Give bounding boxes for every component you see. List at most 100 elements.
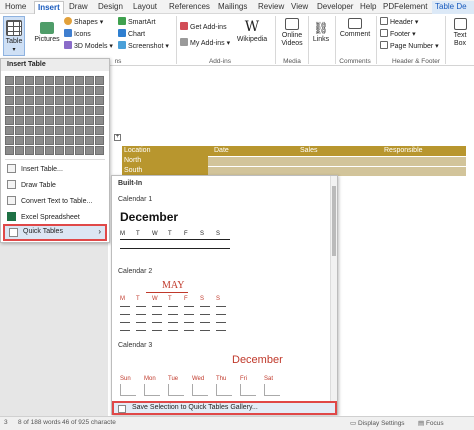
table-grid-cell[interactable] xyxy=(65,106,74,115)
table-grid-cell[interactable] xyxy=(55,86,64,95)
tab-references[interactable]: References xyxy=(166,1,213,14)
table-grid-cell[interactable] xyxy=(85,96,94,105)
tab-developer[interactable]: Developer xyxy=(314,1,356,14)
table-grid-cell[interactable] xyxy=(55,106,64,115)
table-grid-cell[interactable] xyxy=(65,116,74,125)
table-grid-cell[interactable] xyxy=(15,116,24,125)
calendar-2-preview[interactable]: MAY M T W T F S S xyxy=(116,278,330,340)
table-row-label[interactable]: South xyxy=(124,167,142,174)
save-to-gallery-item[interactable]: Save Selection to Quick Tables Gallery..… xyxy=(112,401,337,415)
table-grid-cell[interactable] xyxy=(95,96,104,105)
table-grid-cell[interactable] xyxy=(25,106,34,115)
table-grid-cell[interactable] xyxy=(55,96,64,105)
table-button[interactable]: Table ▾ xyxy=(3,16,25,56)
insert-table-item[interactable]: Insert Table... xyxy=(7,163,63,177)
table-grid-cell[interactable] xyxy=(95,136,104,145)
excel-spreadsheet-item[interactable]: Excel Spreadsheet xyxy=(7,211,80,225)
table-grid-cell[interactable] xyxy=(75,86,84,95)
table-grid-cell[interactable] xyxy=(95,146,104,155)
table-grid-cell[interactable] xyxy=(85,136,94,145)
table-grid-cell[interactable] xyxy=(95,106,104,115)
table-grid-cell[interactable] xyxy=(35,76,44,85)
text-box-button[interactable]: Text Box xyxy=(448,18,472,48)
calendar-1-preview[interactable]: December M T W T F S S xyxy=(116,206,330,266)
table-grid-cell[interactable] xyxy=(45,76,54,85)
draw-table-item[interactable]: Draw Table xyxy=(7,179,56,193)
screenshot-button[interactable]: Screenshot ▾ xyxy=(118,41,169,51)
calendar-3-preview[interactable]: December Sun Mon Tue Wed Thu Fri Sat xyxy=(116,352,330,400)
table-grid-cell[interactable] xyxy=(95,126,104,135)
scrollbar-thumb[interactable] xyxy=(332,186,336,256)
table-grid-cell[interactable] xyxy=(45,136,54,145)
focus-button[interactable]: ▤ Focus xyxy=(418,419,444,427)
tab-mailings[interactable]: Mailings xyxy=(215,1,250,14)
icons-button[interactable]: Icons xyxy=(64,29,91,39)
table-header-cell[interactable]: Responsible xyxy=(384,147,423,154)
page-indicator[interactable]: 3 xyxy=(4,419,8,426)
table-grid-cell[interactable] xyxy=(35,86,44,95)
table-grid-cell[interactable] xyxy=(5,116,14,125)
table-grid-cell[interactable] xyxy=(5,86,14,95)
table-grid-cell[interactable] xyxy=(65,96,74,105)
table-grid-cell[interactable] xyxy=(5,126,14,135)
table-grid-cell[interactable] xyxy=(15,146,24,155)
tab-table-design[interactable]: Table De xyxy=(432,1,474,14)
table-row-label[interactable]: North xyxy=(124,157,141,164)
table-grid-cell[interactable] xyxy=(5,136,14,145)
table-grid-cell[interactable] xyxy=(85,86,94,95)
table-grid-cell[interactable] xyxy=(45,116,54,125)
tab-pdfelement[interactable]: PDFelement xyxy=(380,1,430,14)
table-grid-cell[interactable] xyxy=(45,146,54,155)
table-grid-cell[interactable] xyxy=(75,126,84,135)
table-grid-cell[interactable] xyxy=(55,146,64,155)
wikipedia-button[interactable]: W Wikipedia xyxy=(232,18,272,44)
table-grid-cell[interactable] xyxy=(65,76,74,85)
character-count[interactable]: 46 of 925 characte xyxy=(62,419,116,426)
table-grid-cell[interactable] xyxy=(55,76,64,85)
table-grid-cell[interactable] xyxy=(85,106,94,115)
table-grid-cell[interactable] xyxy=(95,76,104,85)
gallery-scrollbar[interactable] xyxy=(330,176,337,402)
table-grid-cell[interactable] xyxy=(15,126,24,135)
table-header-cell[interactable]: Location xyxy=(124,147,150,154)
table-grid-cell[interactable] xyxy=(65,136,74,145)
table-grid-cell[interactable] xyxy=(65,86,74,95)
table-grid-cell[interactable] xyxy=(35,136,44,145)
get-addins-button[interactable]: Get Add-ins xyxy=(180,22,227,32)
table-grid-cell[interactable] xyxy=(95,116,104,125)
table-grid-cell[interactable] xyxy=(55,136,64,145)
table-grid-cell[interactable] xyxy=(35,116,44,125)
table-grid-cell[interactable] xyxy=(45,86,54,95)
table-grid-cell[interactable] xyxy=(25,136,34,145)
table-grid-cell[interactable] xyxy=(25,126,34,135)
tab-insert[interactable]: Insert xyxy=(34,1,64,14)
table-grid-cell[interactable] xyxy=(75,116,84,125)
tab-layout[interactable]: Layout xyxy=(130,1,160,14)
header-button[interactable]: Header ▾ xyxy=(380,17,418,27)
pictures-button[interactable]: Pictures xyxy=(32,16,62,44)
table-grid-cell[interactable] xyxy=(15,86,24,95)
3d-models-button[interactable]: 3D Models ▾ xyxy=(64,41,113,51)
links-button[interactable]: ⛓ Links xyxy=(311,20,331,44)
convert-text-item[interactable]: Convert Text to Table... xyxy=(7,195,92,209)
table-grid-cell[interactable] xyxy=(75,76,84,85)
table-grid-cell[interactable] xyxy=(75,96,84,105)
table-grid-cell[interactable] xyxy=(25,96,34,105)
table-grid-cell[interactable] xyxy=(5,146,14,155)
table-grid-cell[interactable] xyxy=(45,96,54,105)
table-grid-cell[interactable] xyxy=(45,106,54,115)
table-move-handle[interactable]: + xyxy=(114,134,121,141)
table-grid-cell[interactable] xyxy=(85,76,94,85)
table-grid-cell[interactable] xyxy=(25,116,34,125)
display-settings-button[interactable]: ▭ Display Settings xyxy=(350,419,405,427)
table-grid-cell[interactable] xyxy=(85,126,94,135)
table-grid-cell[interactable] xyxy=(15,136,24,145)
tab-view[interactable]: View xyxy=(288,1,311,14)
table-header-cell[interactable]: Date xyxy=(214,147,229,154)
table-grid-cell[interactable] xyxy=(45,126,54,135)
quick-tables-item[interactable]: Quick Tables › xyxy=(3,224,107,241)
word-count[interactable]: 8 of 188 words xyxy=(18,419,61,426)
table-grid-cell[interactable] xyxy=(35,126,44,135)
tab-review[interactable]: Review xyxy=(255,1,287,14)
table-grid-cell[interactable] xyxy=(65,126,74,135)
